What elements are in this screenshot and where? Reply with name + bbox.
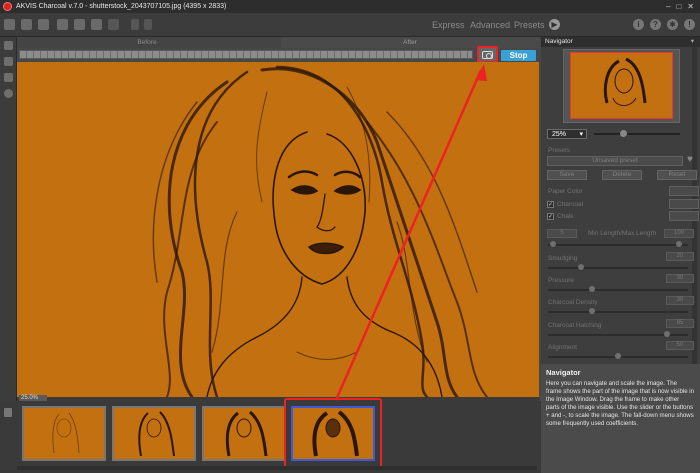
pressure-knob[interactable] — [589, 286, 595, 292]
snapshot-strip-scrollbar[interactable] — [17, 466, 537, 470]
preset-reset-button[interactable]: Reset — [657, 170, 697, 180]
minimize-icon[interactable]: – — [666, 2, 670, 11]
info-icon[interactable]: i — [633, 19, 644, 30]
notifications-icon[interactable]: ! — [684, 19, 695, 30]
preset-dropdown[interactable]: Unsaved preset — [547, 156, 683, 166]
maximize-icon[interactable]: □ — [676, 2, 681, 11]
zoom-tool-icon[interactable] — [4, 89, 13, 98]
progress-bar — [19, 50, 473, 59]
app-logo-icon — [3, 2, 12, 11]
image-canvas[interactable] — [17, 62, 539, 397]
paper-color-swatch[interactable] — [669, 186, 699, 196]
max-length-input[interactable]: 100 — [664, 229, 694, 238]
portrait-sketch — [152, 65, 488, 397]
redo-icon[interactable] — [144, 19, 152, 30]
charcoal-density-slider[interactable] — [548, 311, 688, 313]
close-icon[interactable]: ✕ — [687, 2, 694, 11]
snapshot-thumbnail-2[interactable] — [112, 406, 196, 461]
charcoal-checkbox[interactable]: ✓ — [547, 201, 554, 208]
hand-tool-icon[interactable] — [4, 73, 13, 82]
charcoal-density-knob[interactable] — [589, 308, 595, 314]
zoom-slider-knob[interactable] — [620, 130, 627, 137]
snapshot-thumbnail-1[interactable] — [22, 406, 106, 461]
min-length-knob[interactable] — [550, 241, 556, 247]
smudging-slider[interactable] — [548, 267, 688, 269]
min-length-input[interactable]: 5 — [547, 229, 577, 238]
presets-label: Presets — [548, 147, 571, 154]
smudging-label: Smudging — [548, 255, 578, 262]
chalk-label: Chalk — [557, 213, 574, 220]
window-title: AKVIS Charcoal v.7.0 - shutterstock_2043… — [16, 3, 227, 10]
paper-color-label: Paper Color — [548, 188, 583, 195]
snapshot-button[interactable] — [477, 46, 498, 63]
charcoal-density-value[interactable]: 30 — [666, 296, 694, 305]
collapse-icon[interactable]: ▾ — [691, 37, 694, 47]
navigator-frame[interactable] — [570, 52, 673, 119]
help-icon[interactable]: ? — [650, 19, 661, 30]
undo-icon[interactable] — [131, 19, 139, 30]
zoom-dropdown[interactable]: 25% ▾ — [547, 129, 587, 139]
chevron-down-icon: ▾ — [579, 131, 583, 138]
help-text: Here you can navigate and scale the imag… — [546, 380, 695, 427]
crop-tool-icon[interactable] — [4, 57, 13, 66]
pressure-label: Pressure — [548, 277, 575, 284]
image-options-icon[interactable] — [91, 19, 102, 30]
print-icon[interactable] — [57, 19, 68, 30]
zoom-slider[interactable] — [594, 133, 680, 135]
batch-icon[interactable] — [38, 19, 49, 30]
max-length-knob[interactable] — [676, 241, 682, 247]
run-icon[interactable]: ▶ — [549, 19, 560, 30]
pressure-value[interactable]: 30 — [666, 274, 694, 283]
min-max-length-label: Min Length/Max Length — [588, 230, 656, 237]
tools-sidebar — [0, 37, 17, 401]
alignment-value[interactable]: 50 — [666, 341, 694, 350]
tab-after[interactable]: After — [281, 37, 539, 48]
favorite-heart-icon[interactable]: ♥ — [687, 154, 693, 165]
move-tool-icon[interactable] — [4, 41, 13, 50]
tab-before[interactable]: Before — [17, 37, 277, 48]
alignment-label: Alignment — [548, 344, 577, 351]
charcoal-hatching-label: Charcoal Hatching — [548, 322, 602, 329]
snapshot-image-3 — [225, 410, 268, 457]
charcoal-color-swatch[interactable] — [669, 199, 699, 209]
charcoal-hatching-value[interactable]: 85 — [666, 319, 694, 328]
charcoal-label: Charcoal — [557, 201, 584, 208]
chalk-checkbox[interactable]: ✓ — [547, 213, 554, 220]
snapshot-thumbnail-3[interactable] — [202, 406, 286, 461]
share-icon[interactable] — [74, 19, 85, 30]
preset-save-button[interactable]: Save — [547, 170, 587, 180]
snapshot-image-1 — [52, 412, 80, 454]
save-file-icon[interactable] — [21, 19, 32, 30]
mode-advanced[interactable]: Advanced — [470, 20, 510, 30]
trash-icon[interactable] — [4, 408, 12, 417]
charcoal-density-label: Charcoal Density — [548, 299, 598, 306]
thumbnail-highlight-frame — [284, 398, 382, 469]
chalk-color-swatch[interactable] — [669, 211, 699, 221]
open-file-icon[interactable] — [4, 19, 15, 30]
mode-presets[interactable]: Presets — [514, 20, 545, 30]
help-title: Navigator — [546, 368, 581, 377]
settings-gear-icon[interactable]: ✱ — [667, 19, 678, 30]
stop-button[interactable]: Stop — [501, 50, 536, 61]
pressure-slider[interactable] — [548, 289, 688, 291]
preset-delete-button[interactable]: Delete — [602, 170, 642, 180]
smudging-value[interactable]: 20 — [666, 252, 694, 261]
navigator-header: Navigator ▾ — [541, 37, 700, 47]
canvas-icon[interactable] — [108, 19, 119, 30]
mode-express[interactable]: Express — [432, 20, 465, 30]
snapshot-image-2 — [138, 411, 175, 457]
smudging-knob[interactable] — [578, 264, 584, 270]
charcoal-hatching-knob[interactable] — [664, 331, 670, 337]
alignment-knob[interactable] — [615, 353, 621, 359]
navigator-thumbnail — [603, 57, 647, 106]
main-toolbar: Express Advanced Presets ▶ i ? ✱ ! — [0, 13, 700, 37]
camera-icon — [482, 50, 493, 59]
length-slider[interactable] — [548, 244, 688, 246]
title-bar: AKVIS Charcoal v.7.0 - shutterstock_2043… — [0, 0, 700, 13]
